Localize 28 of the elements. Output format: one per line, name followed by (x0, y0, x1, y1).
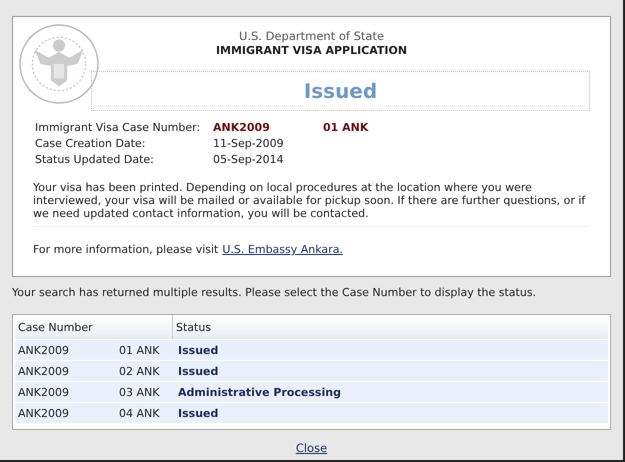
field-label: Case Creation Date: (35, 137, 146, 150)
field-label: Immigrant Visa Case Number: (35, 121, 202, 134)
case-number-link[interactable]: ANK2009 (15, 406, 73, 420)
close-link[interactable]: Close (296, 441, 328, 455)
status-message: Your visa has been printed. Depending on local procedures at the location where you were interviewed, your visa will be mailed or available for pickup soon. If there are further questions, or if we need updated contact information, you will be contacted. (33, 181, 586, 220)
case-number-link[interactable]: ANK2009 (15, 364, 73, 378)
case-suffix: 03 ANK (118, 386, 160, 398)
embassy-link[interactable]: U.S. Embassy Ankara. (222, 243, 343, 256)
status-heading: Issued (304, 79, 378, 103)
field-value: 05-Sep-2014 (213, 153, 285, 166)
info-text: For more information, please visit (33, 243, 218, 256)
status-cell-text: Administrative Processing (177, 384, 342, 400)
case-number-link[interactable]: ANK2009 (15, 386, 73, 398)
status-cell-text: Issued (177, 342, 220, 358)
field-label: Status Updated Date: (35, 153, 155, 166)
field-value: ANK2009 (213, 121, 271, 134)
case-suffix: 01 ANK (118, 344, 160, 356)
field-value: 01 ANK (323, 121, 370, 134)
case-suffix: 02 ANK (118, 364, 160, 378)
case-suffix: 04 ANK (118, 406, 160, 420)
status-cell-text: Issued (177, 406, 220, 422)
results-note: Your search has returned multiple results. Please select the Case Number to display the status. (12, 286, 538, 299)
column-header: Status (175, 320, 212, 336)
department-name: U.S. Department of State (238, 29, 386, 43)
application-title: IMMIGRANT VISA APPLICATION (214, 44, 408, 57)
field-value: 11-Sep-2009 (213, 137, 285, 150)
case-number-link[interactable]: ANK2009 (15, 344, 73, 356)
status-cell-text: Issued (177, 364, 220, 380)
